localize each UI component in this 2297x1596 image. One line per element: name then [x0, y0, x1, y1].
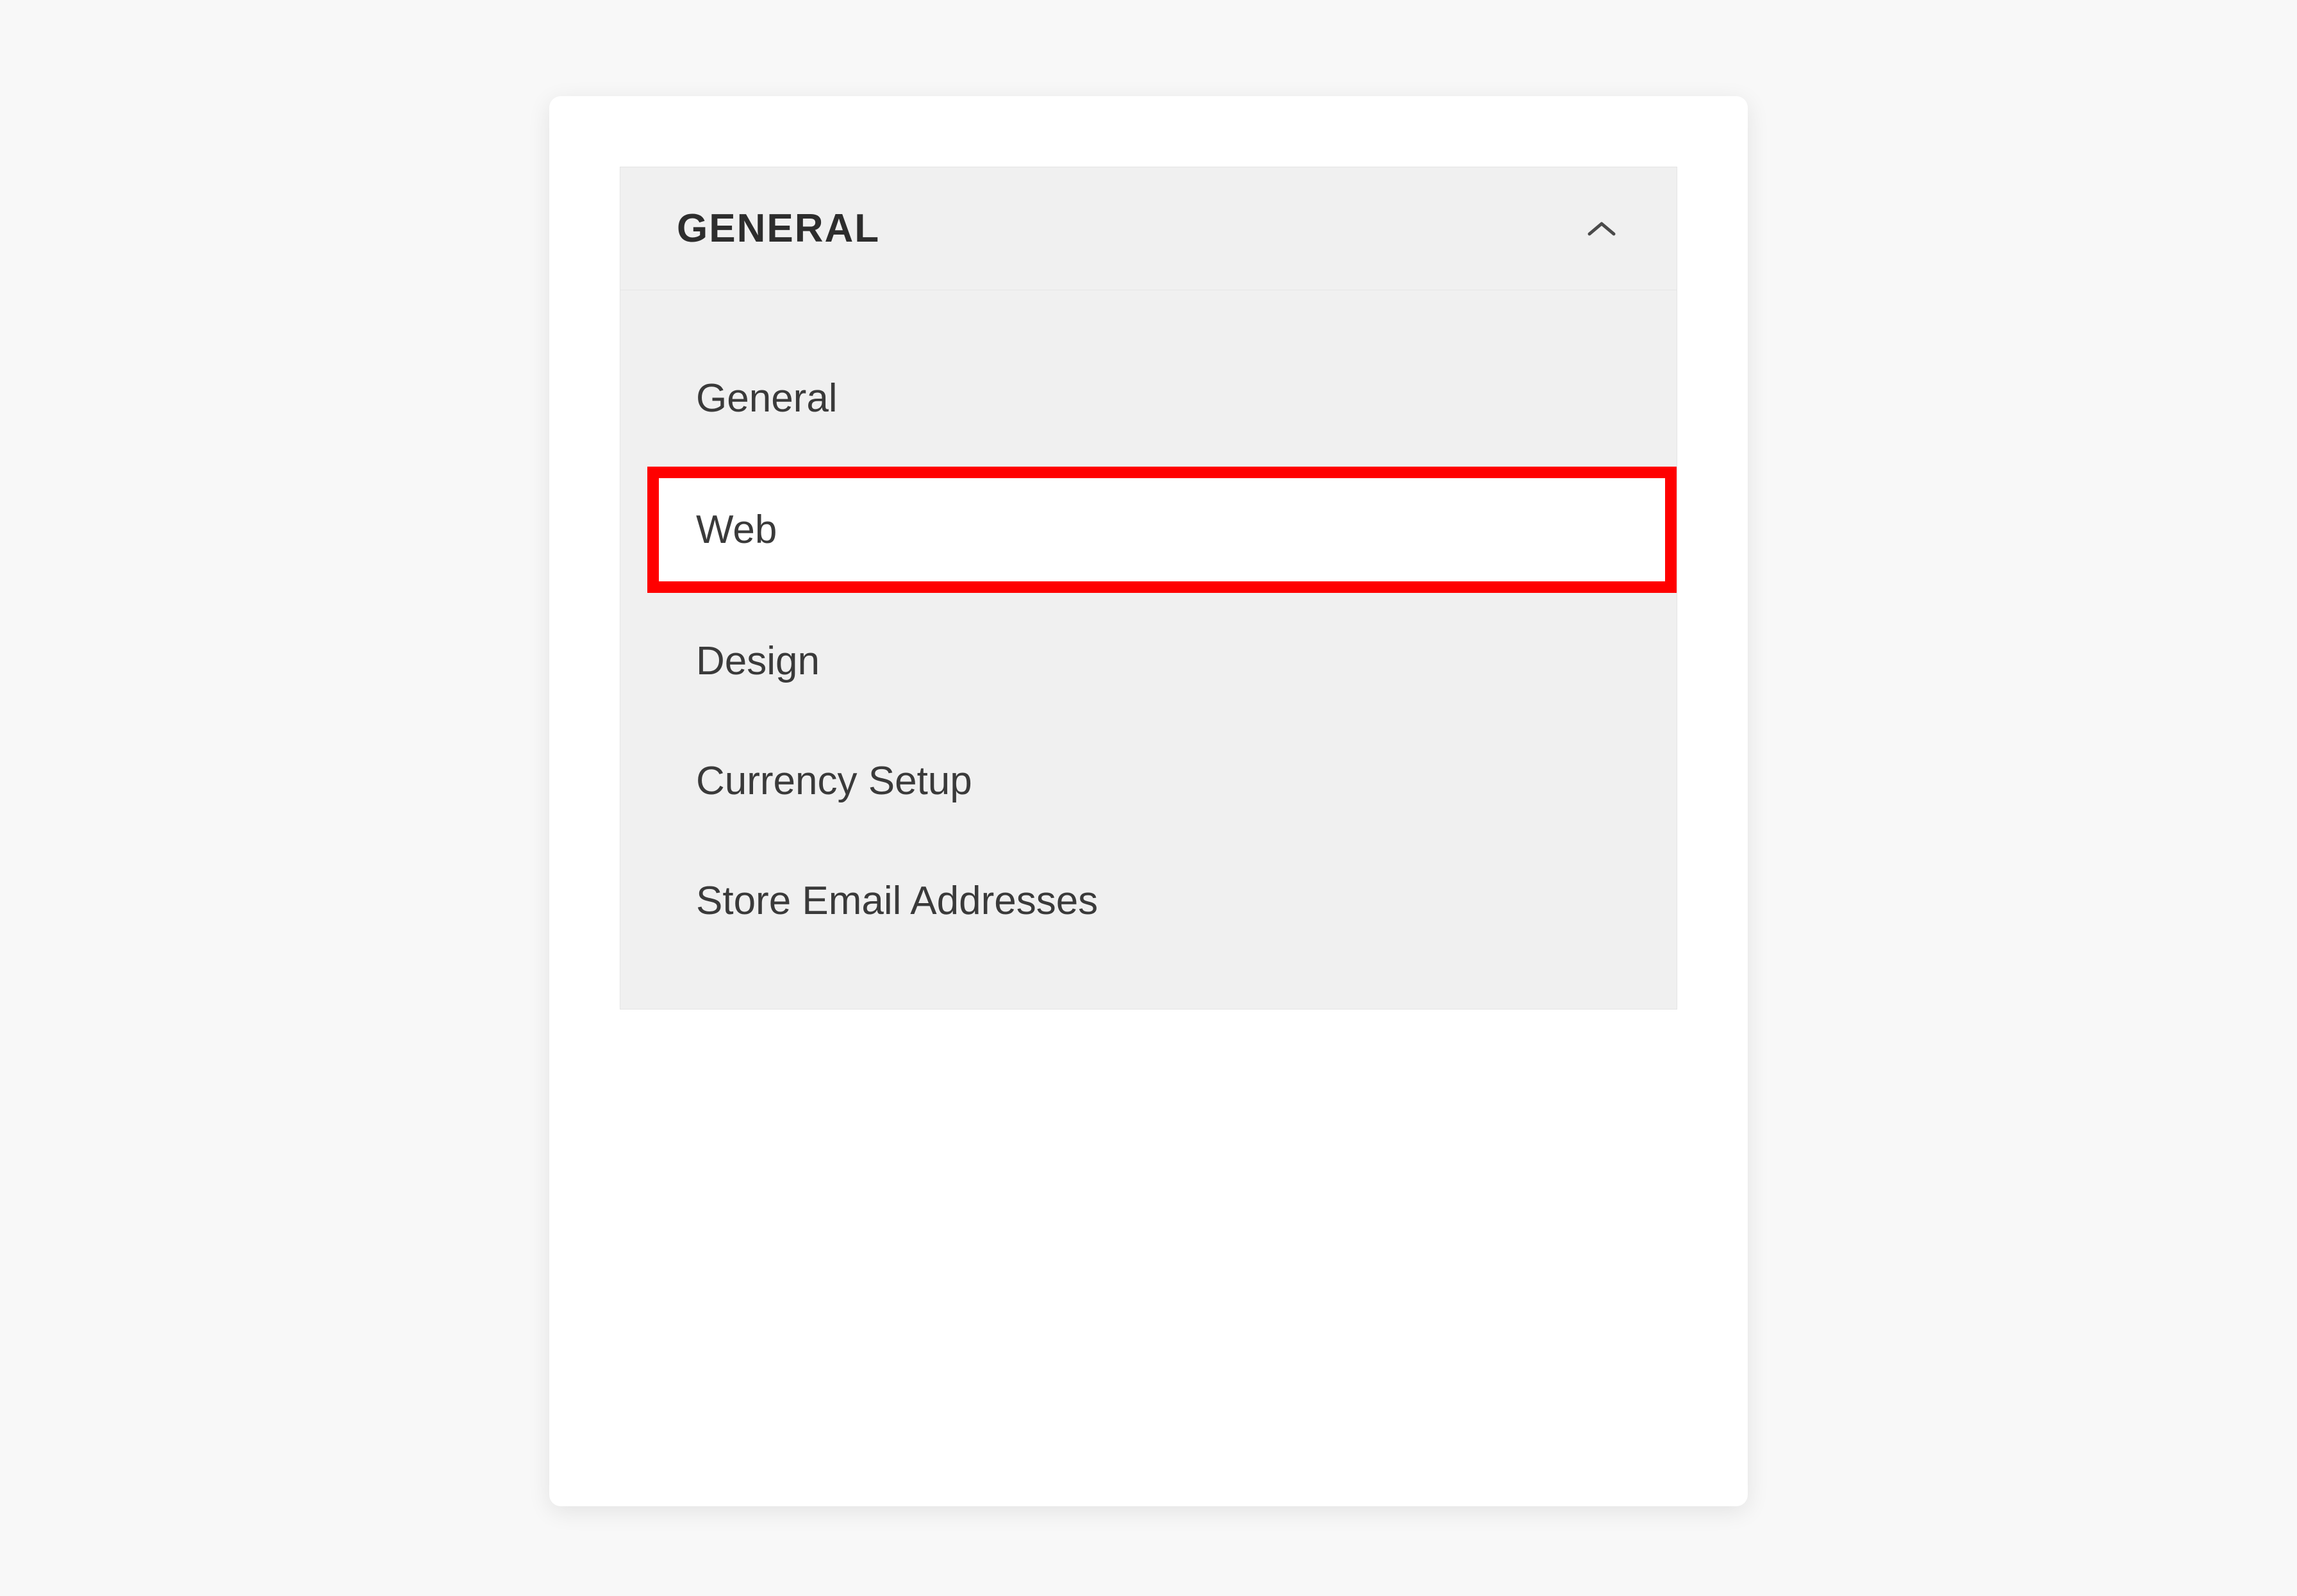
menu-item-general[interactable]: General [620, 338, 1677, 458]
menu-item-label: Store Email Addresses [696, 879, 1098, 923]
section-title: GENERAL [677, 206, 880, 251]
menu-item-label: Currency Setup [696, 759, 972, 803]
highlight-wrap: Web [620, 470, 1677, 590]
menu-item-label: General [696, 376, 838, 420]
sidebar-panel: GENERAL General Web Design Curre [620, 167, 1677, 1010]
menu-item-store-email-addresses[interactable]: Store Email Addresses [620, 841, 1677, 961]
menu-item-label: Web [696, 508, 777, 552]
card-container: GENERAL General Web Design Curre [549, 96, 1748, 1506]
chevron-up-icon [1584, 211, 1619, 246]
menu-item-currency-setup[interactable]: Currency Setup [620, 721, 1677, 841]
menu-item-web[interactable]: Web [647, 470, 1677, 590]
section-header-general[interactable]: GENERAL [620, 167, 1677, 290]
menu-item-label: Design [696, 639, 820, 683]
menu-list: General Web Design Currency Setup Store … [620, 290, 1677, 1009]
menu-item-design[interactable]: Design [620, 601, 1677, 721]
